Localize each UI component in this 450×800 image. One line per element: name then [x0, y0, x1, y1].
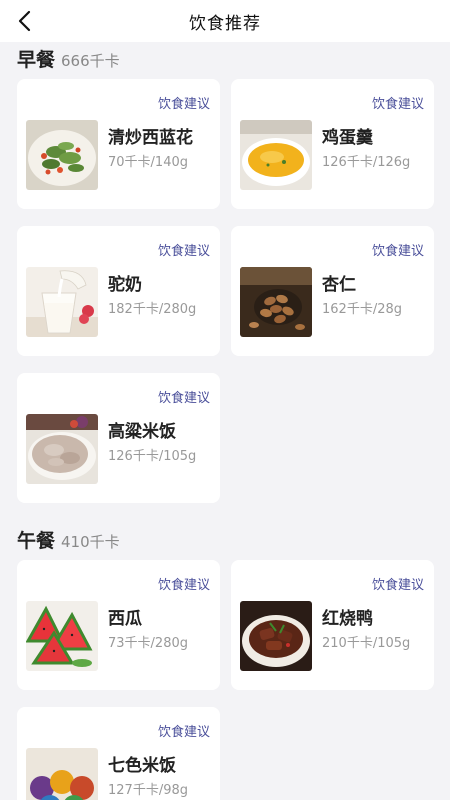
lunch-section-header: 午餐 410千卡 — [17, 526, 120, 553]
food-image-almonds — [240, 267, 312, 337]
food-name: 七色米饭 — [108, 756, 176, 776]
food-calories: 73千卡/280g — [108, 636, 188, 651]
food-image-camel-milk — [26, 267, 98, 337]
section-name: 午餐 — [17, 530, 56, 552]
diet-advice-link[interactable]: 饮食建议 — [158, 574, 210, 593]
food-image-egg-custard — [240, 120, 312, 190]
page-title: 饮食推荐 — [189, 13, 261, 34]
back-button[interactable] — [10, 6, 40, 36]
food-name: 红烧鸭 — [322, 609, 373, 629]
food-image-watermelon — [26, 601, 98, 671]
food-card-braised-duck[interactable]: 饮食建议 红烧鸭 210千卡/105g — [231, 560, 434, 690]
food-calories: 127千卡/98g — [108, 783, 188, 798]
food-name: 清炒西蓝花 — [108, 128, 193, 148]
diet-advice-link[interactable]: 饮食建议 — [372, 240, 424, 259]
section-calories: 666千卡 — [61, 52, 120, 70]
food-card-sorghum-rice[interactable]: 饮食建议 高粱米饭 126千卡/105g — [17, 373, 220, 503]
food-image-sorghum-rice — [26, 414, 98, 484]
section-name: 早餐 — [17, 49, 56, 71]
section-calories: 410千卡 — [61, 533, 120, 551]
diet-advice-link[interactable]: 饮食建议 — [372, 93, 424, 112]
food-calories: 162千卡/28g — [322, 302, 402, 317]
food-name: 驼奶 — [108, 275, 142, 295]
food-name: 高粱米饭 — [108, 422, 176, 442]
food-calories: 182千卡/280g — [108, 302, 197, 317]
diet-advice-link[interactable]: 饮食建议 — [158, 93, 210, 112]
food-calories: 126千卡/126g — [322, 155, 411, 170]
food-name: 杏仁 — [322, 275, 356, 295]
food-card-broccoli[interactable]: 饮食建议 清炒西蓝花 70千卡/140g — [17, 79, 220, 209]
food-card-egg-custard[interactable]: 饮食建议 鸡蛋羹 126千卡/126g — [231, 79, 434, 209]
food-image-braised-duck — [240, 601, 312, 671]
food-card-camel-milk[interactable]: 饮食建议 驼奶 182千卡/280g — [17, 226, 220, 356]
food-card-seven-color-rice[interactable]: 饮食建议 七色米饭 127千卡/98g — [17, 707, 220, 800]
food-calories: 210千卡/105g — [322, 636, 411, 651]
diet-advice-link[interactable]: 饮食建议 — [158, 387, 210, 406]
top-nav-bar: 饮食推荐 — [0, 0, 450, 42]
food-image-broccoli — [26, 120, 98, 190]
chevron-left-icon — [18, 10, 31, 32]
food-name: 西瓜 — [108, 609, 142, 629]
food-name: 鸡蛋羹 — [322, 128, 373, 148]
food-calories: 126千卡/105g — [108, 449, 197, 464]
meal-list[interactable]: 早餐 666千卡 饮食建议 清炒西蓝花 70千卡/140g 饮食建议 鸡蛋羹 1… — [0, 42, 450, 800]
diet-advice-link[interactable]: 饮食建议 — [158, 721, 210, 740]
food-calories: 70千卡/140g — [108, 155, 188, 170]
food-card-almonds[interactable]: 饮食建议 杏仁 162千卡/28g — [231, 226, 434, 356]
food-image-seven-color-rice — [26, 748, 98, 800]
food-card-watermelon[interactable]: 饮食建议 西瓜 73千卡/280g — [17, 560, 220, 690]
diet-advice-link[interactable]: 饮食建议 — [158, 240, 210, 259]
breakfast-section-header: 早餐 666千卡 — [17, 45, 120, 72]
diet-advice-link[interactable]: 饮食建议 — [372, 574, 424, 593]
